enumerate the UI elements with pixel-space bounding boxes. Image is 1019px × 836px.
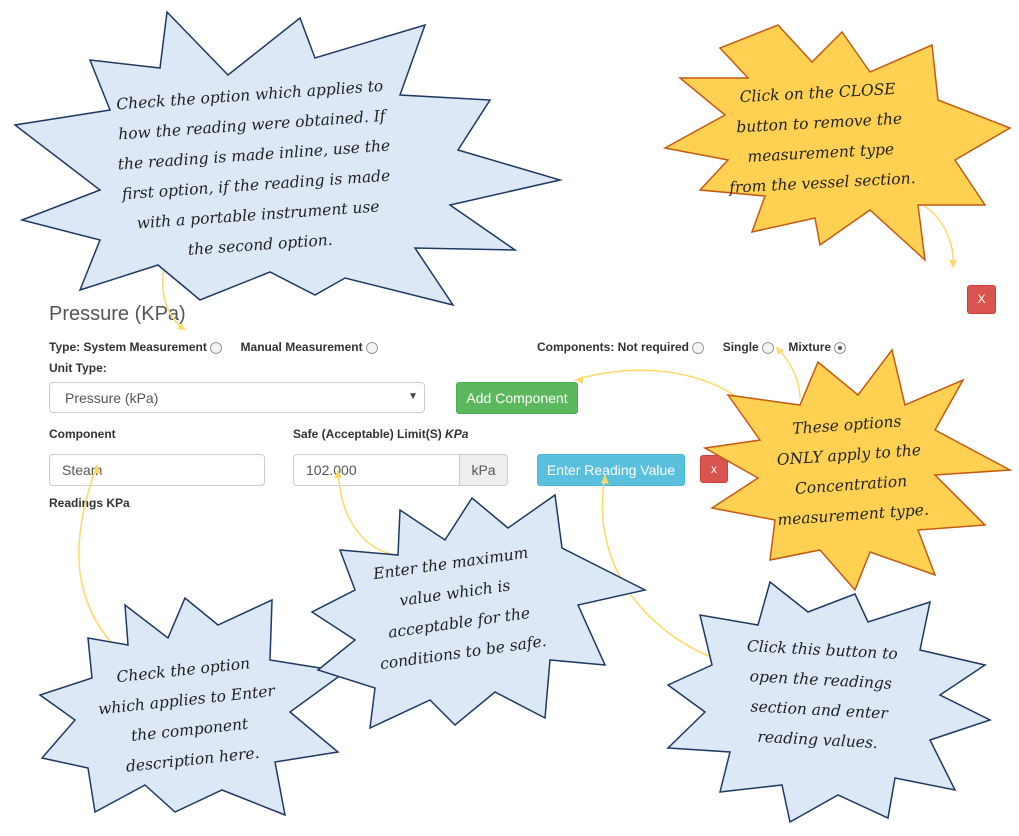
reading-help-text: Click this button to open the readings s… <box>717 630 923 760</box>
arrow-to-reading-button <box>601 474 719 661</box>
arrow-to-safe-limit-input <box>337 469 396 556</box>
type-help-text: Check the option which applies to how th… <box>84 69 426 272</box>
components-help-text: These options ONLY apply to the Concentr… <box>761 404 939 536</box>
arrow-to-mixture-option <box>775 346 801 399</box>
close-help-text: Click on the CLOSE button to remove the … <box>717 73 923 203</box>
component-help-text: Check the option which applies to Enter … <box>82 645 293 785</box>
arrow-to-component-input <box>78 464 119 651</box>
arrow-to-add-component <box>574 369 761 419</box>
